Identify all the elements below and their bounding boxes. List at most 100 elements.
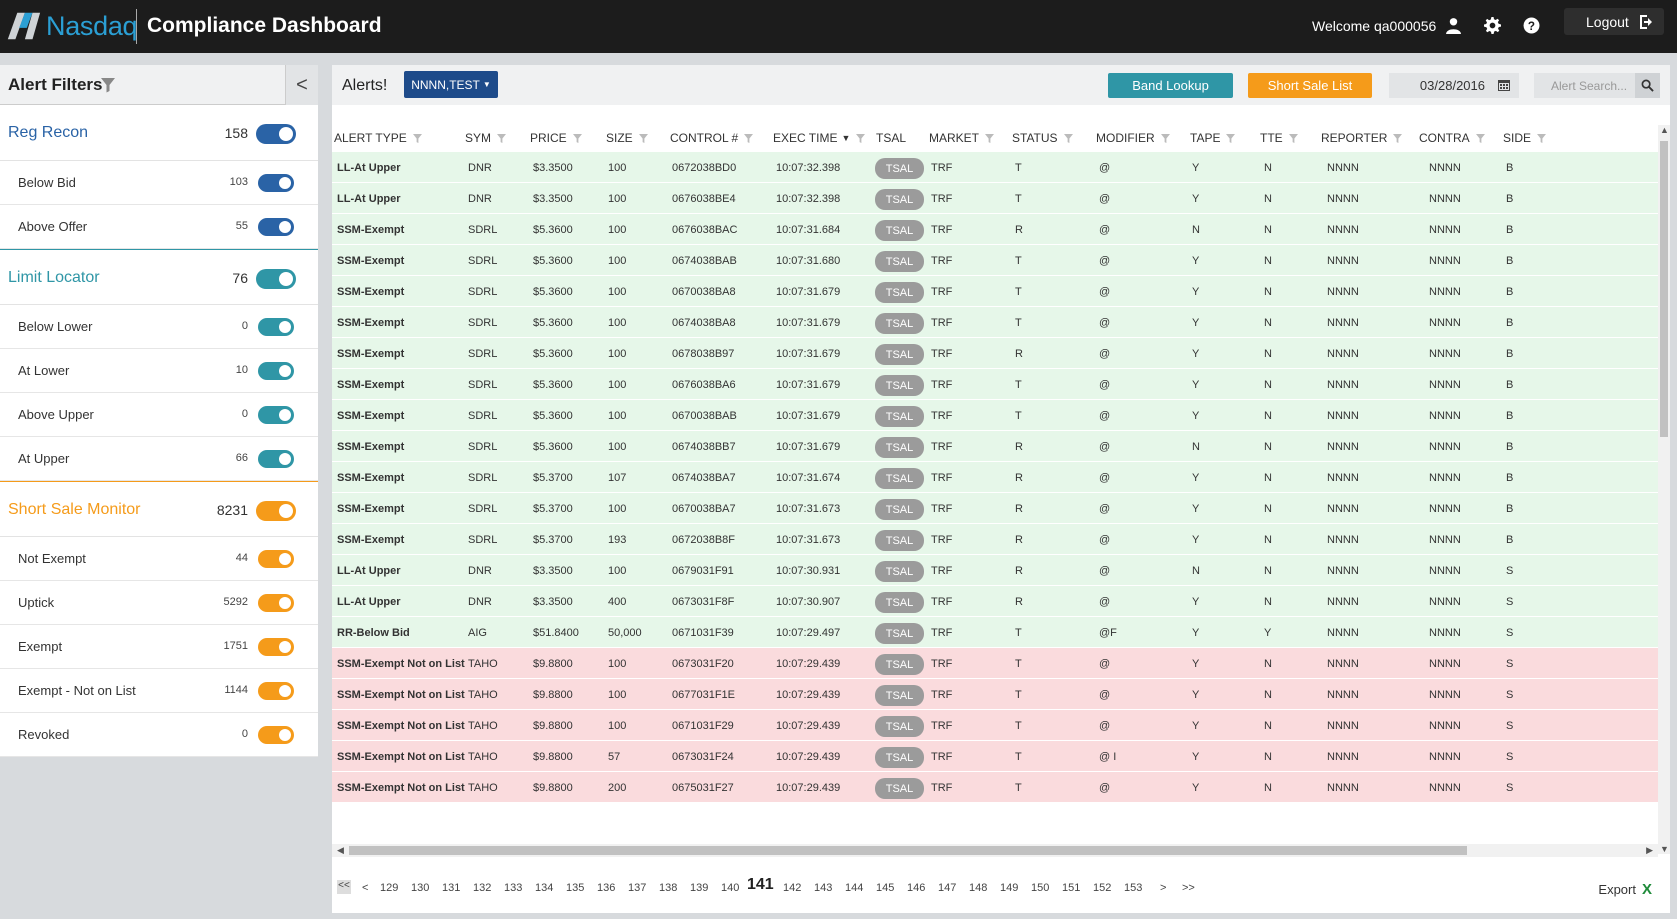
user-icon[interactable]: [1442, 14, 1464, 36]
alert-search-input[interactable]: Alert Search...: [1534, 73, 1660, 98]
short-sale-list-button[interactable]: Short Sale List: [1248, 73, 1372, 98]
tsal-badge[interactable]: TSAL: [875, 778, 924, 799]
table-row[interactable]: LL-At Upper DNR $3.3500 100 0676038BE4 10:07:…: [332, 183, 1658, 214]
filter-item-toggle[interactable]: [258, 638, 294, 656]
scroll-down-arrow[interactable]: ▼: [1660, 844, 1669, 854]
table-row[interactable]: SSM-Exempt SDRL $5.3700 100 0670038BA7 10:07:…: [332, 493, 1658, 524]
tsal-badge[interactable]: TSAL: [875, 375, 924, 396]
tsal-badge[interactable]: TSAL: [875, 468, 924, 489]
tsal-badge[interactable]: TSAL: [875, 530, 924, 551]
filter-item[interactable]: Exempt 1751: [0, 625, 318, 669]
tsal-badge[interactable]: TSAL: [875, 344, 924, 365]
filter-item[interactable]: Above Upper 0: [0, 393, 318, 437]
column-header-market[interactable]: MARKET: [929, 131, 995, 145]
table-row[interactable]: SSM-Exempt SDRL $5.3600 100 0678038B97 10:07:…: [332, 338, 1658, 369]
filter-item[interactable]: At Lower 10: [0, 349, 318, 393]
export-button[interactable]: Export X: [1598, 881, 1652, 898]
tsal-badge[interactable]: TSAL: [875, 685, 924, 706]
column-filter-icon[interactable]: [1475, 133, 1485, 143]
table-row[interactable]: LL-At Upper DNR $3.3500 100 0679031F91 10:07:…: [332, 555, 1658, 586]
filter-item-toggle[interactable]: [258, 318, 294, 336]
page-link[interactable]: 147: [938, 882, 956, 894]
page-link[interactable]: 140: [721, 882, 739, 894]
tsal-badge[interactable]: TSAL: [875, 592, 924, 613]
tsal-badge[interactable]: TSAL: [875, 654, 924, 675]
filter-item-toggle[interactable]: [258, 362, 294, 380]
band-lookup-button[interactable]: Band Lookup: [1108, 73, 1233, 98]
page-link[interactable]: 143: [814, 882, 832, 894]
filter-item-toggle[interactable]: [258, 218, 294, 236]
page-link[interactable]: 129: [380, 882, 398, 894]
column-filter-icon[interactable]: [1226, 133, 1236, 143]
column-filter-icon[interactable]: [1537, 133, 1547, 143]
page-link[interactable]: 152: [1093, 882, 1111, 894]
tsal-badge[interactable]: TSAL: [875, 623, 924, 644]
tsal-badge[interactable]: TSAL: [875, 251, 924, 272]
table-row[interactable]: SSM-Exempt Not on List TAHO $9.8800 100 0677…: [332, 679, 1658, 710]
page-link[interactable]: 136: [597, 882, 615, 894]
tsal-badge[interactable]: TSAL: [875, 189, 924, 210]
column-header-tape[interactable]: TAPE: [1190, 131, 1236, 145]
page-link[interactable]: 150: [1031, 882, 1049, 894]
page-link[interactable]: 139: [690, 882, 708, 894]
tsal-badge[interactable]: TSAL: [875, 220, 924, 241]
table-row[interactable]: SSM-Exempt Not on List TAHO $9.8800 100 0673…: [332, 648, 1658, 679]
filter-group-header[interactable]: Short Sale Monitor 8231: [0, 481, 318, 537]
column-filter-icon[interactable]: [856, 133, 866, 143]
table-row[interactable]: SSM-Exempt SDRL $5.3600 100 0674038BAB 10:07:…: [332, 245, 1658, 276]
last-page-button[interactable]: >>: [1182, 882, 1195, 894]
date-picker[interactable]: 03/28/2016: [1389, 73, 1519, 98]
tsal-badge[interactable]: TSAL: [875, 282, 924, 303]
vertical-scroll-thumb[interactable]: [1660, 141, 1668, 437]
column-filter-icon[interactable]: [497, 133, 507, 143]
column-filter-icon[interactable]: [638, 133, 648, 143]
page-link[interactable]: 145: [876, 882, 894, 894]
column-header-control-number[interactable]: CONTROL #: [670, 131, 754, 145]
column-filter-icon[interactable]: [1160, 133, 1170, 143]
tsal-badge[interactable]: TSAL: [875, 158, 924, 179]
column-header-tte[interactable]: TTE: [1260, 131, 1298, 145]
filter-item-toggle[interactable]: [258, 682, 294, 700]
page-link[interactable]: 149: [1000, 882, 1018, 894]
column-header-alert-type[interactable]: ALERT TYPE: [334, 131, 422, 145]
page-link[interactable]: 133: [504, 882, 522, 894]
search-button[interactable]: [1635, 73, 1660, 98]
page-link[interactable]: 151: [1062, 882, 1080, 894]
filter-group-header[interactable]: Limit Locator 76: [0, 249, 318, 305]
table-row[interactable]: SSM-Exempt SDRL $5.3600 100 0676038BAC 10:07:…: [332, 214, 1658, 245]
page-link[interactable]: 142: [783, 882, 801, 894]
calendar-icon[interactable]: [1497, 78, 1511, 92]
filter-item[interactable]: Uptick 5292: [0, 581, 318, 625]
column-filter-icon[interactable]: [572, 133, 582, 143]
filter-item[interactable]: Below Bid 103: [0, 161, 318, 205]
column-header-size[interactable]: SIZE: [606, 131, 648, 145]
column-header-price[interactable]: PRICE: [530, 131, 582, 145]
sort-desc-icon[interactable]: ▼: [841, 133, 850, 143]
horizontal-scrollbar[interactable]: ◀ ▶: [332, 844, 1658, 857]
page-link[interactable]: 153: [1124, 882, 1142, 894]
page-link[interactable]: 132: [473, 882, 491, 894]
table-row[interactable]: SSM-Exempt SDRL $5.3600 100 0674038BB7 10:07:…: [332, 431, 1658, 462]
column-header-tsal[interactable]: TSAL: [876, 131, 906, 145]
account-dropdown[interactable]: NNNN,TEST ▼: [404, 71, 498, 98]
table-row[interactable]: SSM-Exempt SDRL $5.3600 100 0670038BA8 10:07:…: [332, 276, 1658, 307]
page-link[interactable]: 144: [845, 882, 863, 894]
next-page-button[interactable]: >: [1160, 882, 1166, 894]
column-filter-icon[interactable]: [744, 133, 754, 143]
table-row[interactable]: LL-At Upper DNR $3.3500 100 0672038BD0 10:07:…: [332, 152, 1658, 183]
column-header-exec-time[interactable]: EXEC TIME ▼: [773, 131, 866, 145]
tsal-badge[interactable]: TSAL: [875, 561, 924, 582]
scroll-up-arrow[interactable]: ▲: [1660, 125, 1669, 135]
filter-item-toggle[interactable]: [258, 450, 294, 468]
column-header-side[interactable]: SIDE: [1503, 131, 1547, 145]
scroll-left-arrow[interactable]: ◀: [337, 845, 344, 856]
table-row[interactable]: SSM-Exempt SDRL $5.3600 100 0674038BA8 10:07:…: [332, 307, 1658, 338]
table-row[interactable]: SSM-Exempt SDRL $5.3700 193 0672038B8F 10:07:…: [332, 524, 1658, 555]
column-filter-icon[interactable]: [1063, 133, 1073, 143]
column-filter-icon[interactable]: [1393, 133, 1403, 143]
tsal-badge[interactable]: TSAL: [875, 716, 924, 737]
collapse-sidebar-button[interactable]: <: [285, 65, 318, 105]
page-link[interactable]: 130: [411, 882, 429, 894]
tsal-badge[interactable]: TSAL: [875, 437, 924, 458]
table-row[interactable]: SSM-Exempt Not on List TAHO $9.8800 57 06730…: [332, 741, 1658, 772]
